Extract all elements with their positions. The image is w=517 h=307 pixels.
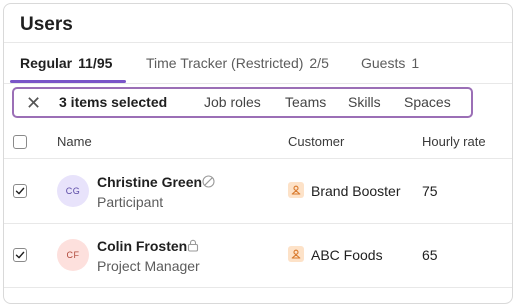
- close-icon[interactable]: ✕: [26, 92, 41, 114]
- column-header-name[interactable]: Name: [57, 126, 92, 158]
- tab-guests-label: Guests: [361, 55, 406, 71]
- checkmark-icon: [15, 251, 25, 259]
- tab-bar: Regular 11/95 Time Tracker (Restricted) 2/…: [4, 42, 512, 84]
- select-all-checkbox[interactable]: [13, 135, 27, 149]
- selection-summary: 3 items selected: [59, 94, 168, 110]
- column-header-hourly-rate[interactable]: Hourly rate: [422, 126, 486, 158]
- user-role: Project Manager: [97, 258, 200, 274]
- table-row[interactable]: CF Colin Frosten Project Manager ABC Foo…: [4, 223, 512, 288]
- column-header-customer[interactable]: Customer: [288, 126, 344, 158]
- tab-time-tracker-count: 2/5: [309, 55, 329, 71]
- action-teams[interactable]: Teams: [285, 89, 326, 116]
- selection-action-bar: ✕ 3 items selected Job roles Teams Skill…: [12, 87, 473, 118]
- page-title: Users: [20, 14, 73, 35]
- row-checkbox[interactable]: [13, 184, 27, 198]
- tab-regular-label: Regular: [20, 55, 73, 71]
- tab-regular[interactable]: Regular 11/95: [20, 43, 112, 83]
- customer-name: ABC Foods: [311, 247, 383, 263]
- users-panel: Users Regular 11/95 Time Tracker (Restric…: [3, 3, 513, 304]
- action-skills[interactable]: Skills: [348, 89, 381, 116]
- avatar: CF: [57, 239, 89, 271]
- tab-time-tracker-label: Time Tracker (Restricted): [146, 55, 304, 71]
- org-icon: [288, 182, 304, 198]
- row-checkbox[interactable]: [13, 248, 27, 262]
- checkmark-icon: [15, 187, 25, 195]
- org-icon: [288, 246, 304, 262]
- tab-regular-count: 11/95: [78, 55, 113, 71]
- user-name[interactable]: Colin Frosten: [97, 238, 187, 254]
- user-role: Participant: [97, 194, 164, 210]
- customer-name: Brand Booster: [311, 183, 401, 199]
- action-spaces[interactable]: Spaces: [404, 89, 451, 116]
- avatar: CG: [57, 175, 89, 207]
- table-header: Name Customer Hourly rate: [4, 126, 512, 159]
- tab-guests[interactable]: Guests 1: [361, 43, 419, 83]
- hourly-rate: 65: [422, 247, 438, 263]
- active-tab-indicator: [10, 80, 126, 83]
- tab-guests-count: 1: [411, 55, 420, 71]
- user-name[interactable]: Christine Green: [97, 174, 202, 190]
- lock-icon: [187, 239, 199, 257]
- circle-slash-icon: [202, 175, 215, 193]
- table-row[interactable]: CG Christine Green Participant Brand Boo…: [4, 159, 512, 224]
- hourly-rate: 75: [422, 183, 438, 199]
- action-job-roles[interactable]: Job roles: [204, 89, 261, 116]
- tab-time-tracker[interactable]: Time Tracker (Restricted) 2/5: [146, 43, 329, 83]
